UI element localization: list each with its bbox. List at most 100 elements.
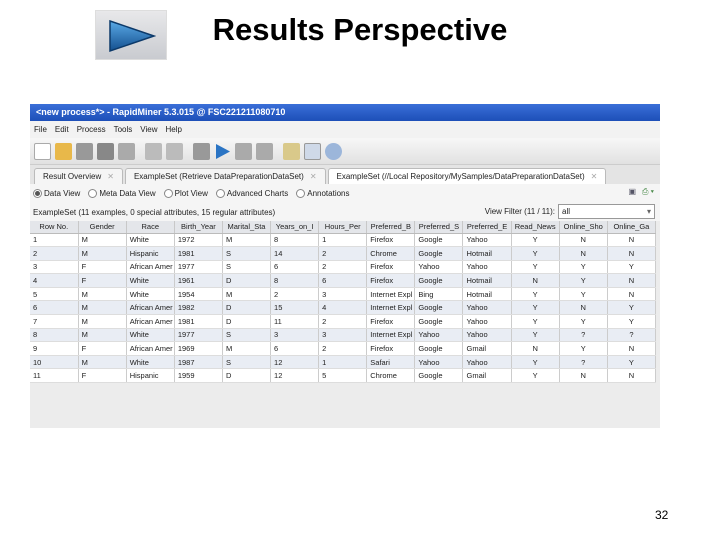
print-icon[interactable] — [118, 142, 135, 160]
tab-exampleset-retrieve[interactable]: ExampleSet (Retrieve DataPreparationData… — [124, 168, 326, 184]
column-header[interactable]: Preferred_E — [462, 221, 512, 234]
column-header[interactable]: Hours_Per — [318, 221, 368, 234]
table-cell: 5 — [318, 368, 368, 384]
table-cell: 8 — [270, 273, 320, 288]
table-cell: M — [222, 287, 272, 302]
column-header[interactable]: Race — [126, 221, 175, 234]
close-icon[interactable]: ✕ — [591, 172, 598, 181]
column-header[interactable]: Gender — [78, 221, 127, 234]
window-title: <new process*> - RapidMiner 5.3.015 @ FS… — [30, 104, 660, 121]
open-icon[interactable] — [55, 142, 72, 160]
table-row[interactable]: 2 M Hispanic 1981 S 14 2 Chrome Google Hotmail Y N N — [30, 246, 657, 261]
table-cell: African Amer — [126, 314, 175, 329]
redo-icon[interactable] — [166, 142, 183, 160]
table-cell: 1987 — [174, 355, 223, 370]
run-icon[interactable] — [214, 143, 231, 160]
info-icon[interactable] — [325, 142, 342, 160]
table-cell: Internet Expl — [366, 287, 416, 302]
table-cell: Gmail — [462, 368, 512, 384]
view-filter: View Filter (11 / 11): all — [485, 204, 655, 219]
table-row[interactable]: 4 F White 1961 D 8 6 Firefox Google Hotmail N Y N — [30, 273, 657, 288]
radio-annotations[interactable]: Annotations — [296, 189, 350, 198]
table-cell: White — [126, 328, 175, 343]
design-perspective-icon[interactable] — [283, 142, 300, 160]
table-row[interactable]: 7 M African Amer 1981 D 11 2 Firefox Google Yahoo… — [30, 314, 657, 329]
column-header[interactable]: Read_News — [511, 221, 560, 234]
table-cell: 1969 — [174, 341, 223, 356]
table-cell: Yahoo — [462, 314, 512, 329]
table-cell: ? — [559, 355, 608, 370]
table-cell: Hotmail — [462, 273, 512, 288]
table-cell: 1959 — [174, 368, 223, 384]
table-row[interactable]: 8 M White 1977 S 3 3 Internet Expl Yahoo Yahoo Y?? — [30, 328, 657, 343]
menu-edit[interactable]: Edit — [55, 125, 69, 134]
radio-data-view[interactable]: Data View — [33, 189, 80, 198]
table-cell: ? — [607, 328, 657, 343]
menu-view[interactable]: View — [140, 125, 157, 134]
table-cell: Y — [511, 260, 560, 275]
stack-icon[interactable] — [193, 142, 210, 160]
print-icon[interactable]: ⎙ ▾ — [642, 187, 654, 197]
table-cell: Yahoo — [462, 355, 512, 370]
table-row[interactable]: 9 F African Amer 1969 M 6 2 Firefox Google Gmail N… — [30, 341, 657, 356]
table-cell: 12 — [270, 355, 320, 370]
view-filter-select[interactable]: all — [558, 204, 655, 219]
close-icon[interactable]: ✕ — [107, 172, 114, 181]
table-cell: 4 — [30, 273, 79, 288]
close-icon[interactable]: ✕ — [310, 172, 317, 181]
pause-icon[interactable] — [235, 142, 252, 160]
undo-icon[interactable] — [145, 142, 162, 160]
column-header[interactable]: Row No. — [30, 221, 79, 234]
table-cell: Firefox — [366, 273, 416, 288]
save-as-icon[interactable] — [97, 142, 114, 160]
table-cell: 1961 — [174, 273, 223, 288]
new-icon[interactable] — [34, 142, 51, 160]
table-row[interactable]: 3 F African Amer 1977 S 6 2 Firefox Yahoo Yahoo Y Y… — [30, 260, 657, 275]
column-header[interactable]: Marital_Sta — [222, 221, 272, 234]
table-row[interactable]: 10 M White 1987 S 12 1 Safari Yahoo Yahoo Y? Y — [30, 355, 657, 370]
table-cell: Gmail — [462, 341, 512, 356]
table-cell: D — [222, 273, 272, 288]
tab-result-overview[interactable]: Result Overview ✕ — [34, 168, 123, 184]
table-cell: N — [607, 233, 657, 248]
table-cell: M — [78, 287, 127, 302]
export-icon[interactable]: ▣ — [628, 187, 636, 197]
table-cell: N — [607, 368, 657, 384]
table-row[interactable]: 6 M African Amer 1982 D 15 4 Internet Expl Googl… — [30, 300, 657, 316]
table-cell: 2 — [30, 246, 79, 261]
radio-advanced-charts[interactable]: Advanced Charts — [215, 189, 288, 198]
menu-process[interactable]: Process — [77, 125, 106, 134]
menu-tools[interactable]: Tools — [114, 125, 133, 134]
column-header[interactable]: Years_on_I — [270, 221, 320, 234]
results-perspective-icon[interactable] — [304, 142, 321, 160]
table-cell: Y — [511, 233, 560, 248]
table-cell: African Amer — [126, 300, 175, 316]
save-icon[interactable] — [76, 142, 93, 160]
table-cell: ? — [559, 328, 608, 343]
table-cell: 8 — [270, 233, 320, 248]
table-cell: Y — [559, 341, 608, 356]
table-row[interactable]: 1 M White 1972 M 8 1 Firefox Google Yahoo Y N N — [30, 233, 657, 248]
table-cell: M — [78, 328, 127, 343]
column-header[interactable]: Online_Ga — [607, 221, 657, 234]
tab-exampleset-repository[interactable]: ExampleSet (//Local Repository/MySamples… — [327, 168, 607, 184]
table-cell: 3 — [318, 328, 368, 343]
table-row[interactable]: 11 F Hispanic 1959 D 12 5 Chrome Google Gmail Y N N — [30, 368, 657, 384]
table-cell: Internet Expl — [366, 328, 416, 343]
stop-icon[interactable] — [256, 142, 273, 160]
column-header[interactable]: Preferred_S — [414, 221, 464, 234]
table-cell: M — [78, 246, 127, 261]
table-cell: 4 — [318, 300, 368, 316]
table-cell: 2 — [270, 287, 320, 302]
menu-bar: File Edit Process Tools View Help — [30, 121, 660, 138]
column-header[interactable]: Birth_Year — [174, 221, 223, 234]
table-cell: 11 — [30, 368, 79, 384]
menu-help[interactable]: Help — [165, 125, 181, 134]
radio-plot-view[interactable]: Plot View — [163, 189, 208, 198]
table-cell: 8 — [30, 328, 79, 343]
menu-file[interactable]: File — [34, 125, 47, 134]
table-row[interactable]: 5 M White 1954 M 2 3 Internet Expl Bing Hotmail Y Y… — [30, 287, 657, 302]
radio-meta-data-view[interactable]: Meta Data View — [88, 189, 156, 198]
column-header[interactable]: Preferred_B — [366, 221, 416, 234]
column-header[interactable]: Online_Sho — [559, 221, 608, 234]
